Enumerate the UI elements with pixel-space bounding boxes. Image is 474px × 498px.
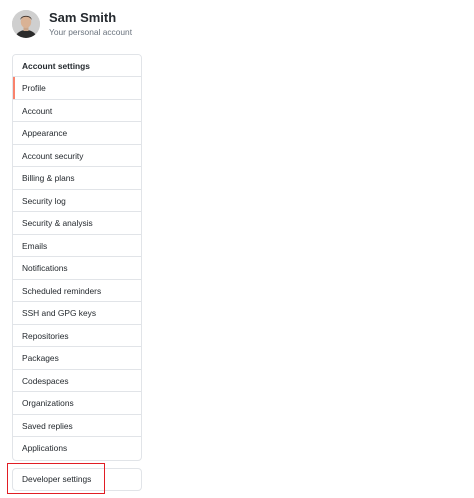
menu-item-codespaces[interactable]: Codespaces (13, 370, 141, 392)
menu-item-emails[interactable]: Emails (13, 235, 141, 257)
menu-item-organizations[interactable]: Organizations (13, 392, 141, 415)
menu-item-saved-replies[interactable]: Saved replies (13, 415, 141, 437)
menu-item-security-analysis[interactable]: Security & analysis (13, 212, 141, 235)
avatar[interactable] (12, 10, 40, 38)
menu-item-repositories[interactable]: Repositories (13, 325, 141, 347)
menu-item-security-log[interactable]: Security log (13, 190, 141, 212)
menu-item-developer-settings[interactable]: Developer settings (13, 469, 141, 490)
menu-item-notifications[interactable]: Notifications (13, 257, 141, 280)
account-settings-menu: Account settings Profile Account Appeara… (12, 54, 142, 461)
menu-item-appearance[interactable]: Appearance (13, 122, 141, 145)
menu-item-account-security[interactable]: Account security (13, 145, 141, 167)
user-info: Sam Smith Your personal account (49, 11, 132, 36)
menu-item-ssh-gpg-keys[interactable]: SSH and GPG keys (13, 302, 141, 325)
user-avatar-icon (12, 10, 40, 38)
menu-item-profile[interactable]: Profile (13, 77, 141, 100)
menu-heading: Account settings (13, 55, 141, 77)
menu-item-applications[interactable]: Applications (13, 437, 141, 460)
user-name[interactable]: Sam Smith (49, 11, 132, 24)
menu-item-packages[interactable]: Packages (13, 347, 141, 370)
account-type-label: Your personal account (49, 27, 133, 38)
menu-item-billing-plans[interactable]: Billing & plans (13, 167, 141, 190)
developer-settings-menu: Developer settings (12, 468, 142, 491)
settings-page: Sam Smith Your personal account Account … (0, 0, 474, 498)
user-header: Sam Smith Your personal account (12, 10, 132, 38)
menu-item-account[interactable]: Account (13, 100, 141, 122)
menu-item-scheduled-reminders[interactable]: Scheduled reminders (13, 280, 141, 302)
